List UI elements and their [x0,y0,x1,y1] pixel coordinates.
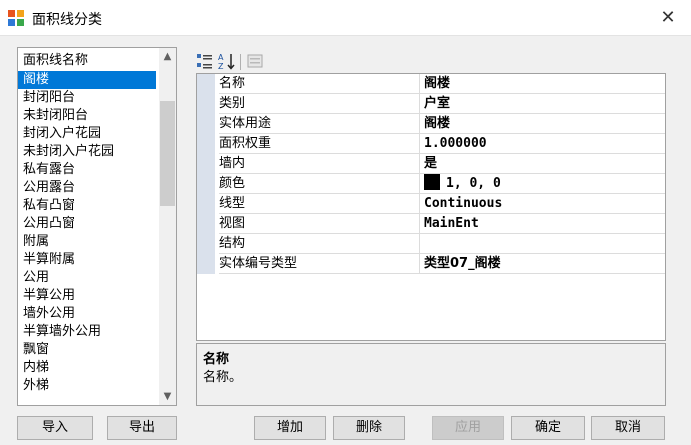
property-row[interactable]: 视图 MainEnt [197,214,665,234]
title-bar: 面积线分类 ✕ [0,0,691,36]
property-row[interactable]: 颜色 1, 0, 0 [197,174,665,194]
description-pane: 名称 名称。 [196,343,666,406]
list-item[interactable]: 公用凸窗 [18,215,156,233]
property-row[interactable]: 墙内 是 [197,154,665,174]
property-value[interactable]: 阁楼 [419,74,665,94]
toolbar-separator [240,54,241,70]
color-value-text: 1, 0, 0 [446,176,501,191]
svg-text:A: A [218,53,224,62]
property-name: 面积权重 [219,134,419,154]
property-row[interactable]: 面积权重 1.000000 [197,134,665,154]
property-name: 线型 [219,194,419,214]
list-item[interactable]: 私有露台 [18,161,156,179]
property-value[interactable]: 1.000000 [419,134,665,154]
description-title: 名称 [203,352,230,367]
property-row[interactable]: 实体编号类型 类型07_阁楼 [197,254,665,274]
property-name: 颜色 [219,174,419,194]
cancel-button[interactable]: 取消 [591,416,665,440]
svg-text:Z: Z [218,62,224,70]
ok-button[interactable]: 确定 [511,416,585,440]
property-name: 名称 [219,74,419,94]
add-button[interactable]: 增加 [254,416,326,440]
window-title: 面积线分类 [32,12,102,28]
property-name: 实体编号类型 [219,254,419,274]
property-name: 结构 [219,234,419,254]
close-button[interactable]: ✕ [645,0,691,36]
list-item[interactable]: 未封闭阳台 [18,107,156,125]
property-grid[interactable]: 名称 阁楼 类别 户室 实体用途 阁楼 面积权重 1.000000 墙内 是 颜… [196,73,666,341]
list-scrollbar[interactable]: ▲ ▼ [159,48,176,405]
description-text: 名称。 [203,370,243,385]
list-item[interactable]: 私有凸窗 [18,197,156,215]
scroll-down-icon[interactable]: ▼ [159,388,176,405]
scroll-thumb[interactable] [160,101,175,206]
property-value[interactable]: Continuous [419,194,665,214]
property-pages-icon [247,54,263,68]
list-item[interactable]: 飘窗 [18,341,156,359]
property-row[interactable]: 线型 Continuous [197,194,665,214]
area-line-list[interactable]: 面积线名称 阁楼 封闭阳台 未封闭阳台 封闭入户花园 未封闭入户花园 私有露台 … [17,47,177,406]
property-name: 实体用途 [219,114,419,134]
list-item[interactable]: 半算附属 [18,251,156,269]
list-item[interactable]: 阁楼 [18,71,156,89]
property-name: 类别 [219,94,419,114]
property-value[interactable] [419,234,665,254]
list-item[interactable]: 半算公用 [18,287,156,305]
property-row[interactable]: 名称 阁楼 [197,74,665,94]
apply-button[interactable]: 应用 [432,416,504,440]
property-row[interactable]: 类别 户室 [197,94,665,114]
sort-alphabetical-icon[interactable]: A Z [218,52,236,70]
export-button[interactable]: 导出 [107,416,177,440]
list-item[interactable]: 公用 [18,269,156,287]
color-swatch [424,174,440,190]
app-icon [8,10,24,26]
list-item[interactable]: 外梯 [18,377,156,395]
list-item[interactable]: 公用露台 [18,179,156,197]
list-item[interactable]: 附属 [18,233,156,251]
list-item[interactable]: 墙外公用 [18,305,156,323]
property-name: 墙内 [219,154,419,174]
delete-button[interactable]: 删除 [333,416,405,440]
list-item[interactable]: 未封闭入户花园 [18,143,156,161]
list-item[interactable]: 内梯 [18,359,156,377]
property-row[interactable]: 结构 [197,234,665,254]
list-item[interactable]: 封闭阳台 [18,89,156,107]
categorized-icon[interactable] [196,52,214,70]
color-property-value[interactable]: 1, 0, 0 [419,174,665,194]
property-value[interactable]: MainEnt [419,214,665,234]
import-button[interactable]: 导入 [17,416,93,440]
list-item[interactable]: 半算墙外公用 [18,323,156,341]
list-header: 面积线名称 [23,53,89,68]
list-item[interactable]: 封闭入户花园 [18,125,156,143]
property-value[interactable]: 户室 [419,94,665,114]
property-row[interactable]: 实体用途 阁楼 [197,114,665,134]
property-value[interactable]: 阁楼 [419,114,665,134]
property-value[interactable]: 是 [419,154,665,174]
scroll-up-icon[interactable]: ▲ [159,48,176,65]
property-name: 视图 [219,214,419,234]
property-value[interactable]: 类型07_阁楼 [419,254,665,274]
